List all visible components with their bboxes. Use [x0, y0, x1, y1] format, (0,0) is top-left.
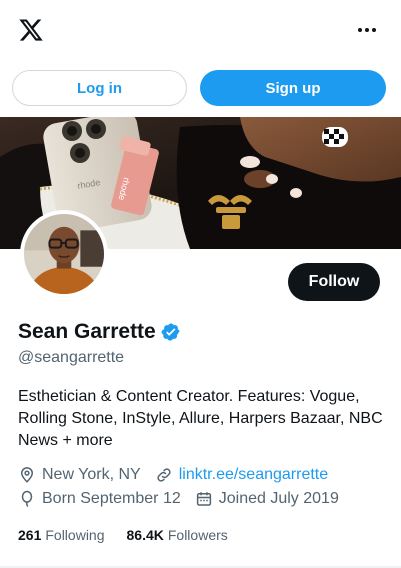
- following-link[interactable]: 261 Following: [18, 527, 105, 543]
- website-link[interactable]: linktr.ee/seangarrette: [179, 466, 328, 484]
- website-item: linktr.ee/seangarrette: [155, 466, 328, 484]
- location-item: New York, NY: [18, 466, 141, 484]
- auth-buttons: Log in Sign up: [12, 70, 388, 106]
- display-name: Sean Garrette: [18, 320, 156, 343]
- followers-count: 86.4K: [126, 527, 164, 543]
- user-handle: @seangarrette: [18, 349, 125, 366]
- follow-button[interactable]: Follow: [288, 263, 380, 301]
- login-button[interactable]: Log in: [12, 70, 187, 106]
- location-pin-icon: [20, 467, 34, 483]
- x-logo-icon[interactable]: [17, 17, 45, 43]
- top-bar: [0, 0, 401, 62]
- follow-stats: 261 Following 86.4K Followers: [18, 527, 250, 543]
- link-icon: [157, 468, 171, 482]
- followers-label: Followers: [167, 527, 228, 543]
- birthday-text: Born September 12: [42, 490, 181, 507]
- birthday-item: Born September 12: [18, 490, 181, 508]
- calendar-icon: [196, 492, 211, 506]
- avatar[interactable]: [20, 210, 108, 298]
- verified-badge-icon[interactable]: [161, 322, 181, 342]
- more-options-icon[interactable]: [355, 20, 379, 40]
- profile-bio: Esthetician & Content Creator. Features:…: [18, 388, 383, 449]
- joined-item: Joined July 2019: [195, 490, 339, 508]
- profile-meta-row-1: New York, NY linktr.ee/seangarrette: [18, 466, 328, 484]
- signup-button[interactable]: Sign up: [200, 70, 386, 106]
- avatar-photo: [24, 214, 104, 294]
- joined-text: Joined July 2019: [218, 490, 339, 507]
- followers-link[interactable]: 86.4K Followers: [127, 527, 228, 543]
- following-label: Following: [45, 527, 105, 543]
- profile-meta-row-2: Born September 12 Joined July 2019: [18, 490, 339, 508]
- following-count: 261: [18, 527, 42, 543]
- balloon-icon: [21, 490, 33, 507]
- location-text: New York, NY: [42, 466, 141, 483]
- name-row: Sean Garrette: [18, 320, 181, 344]
